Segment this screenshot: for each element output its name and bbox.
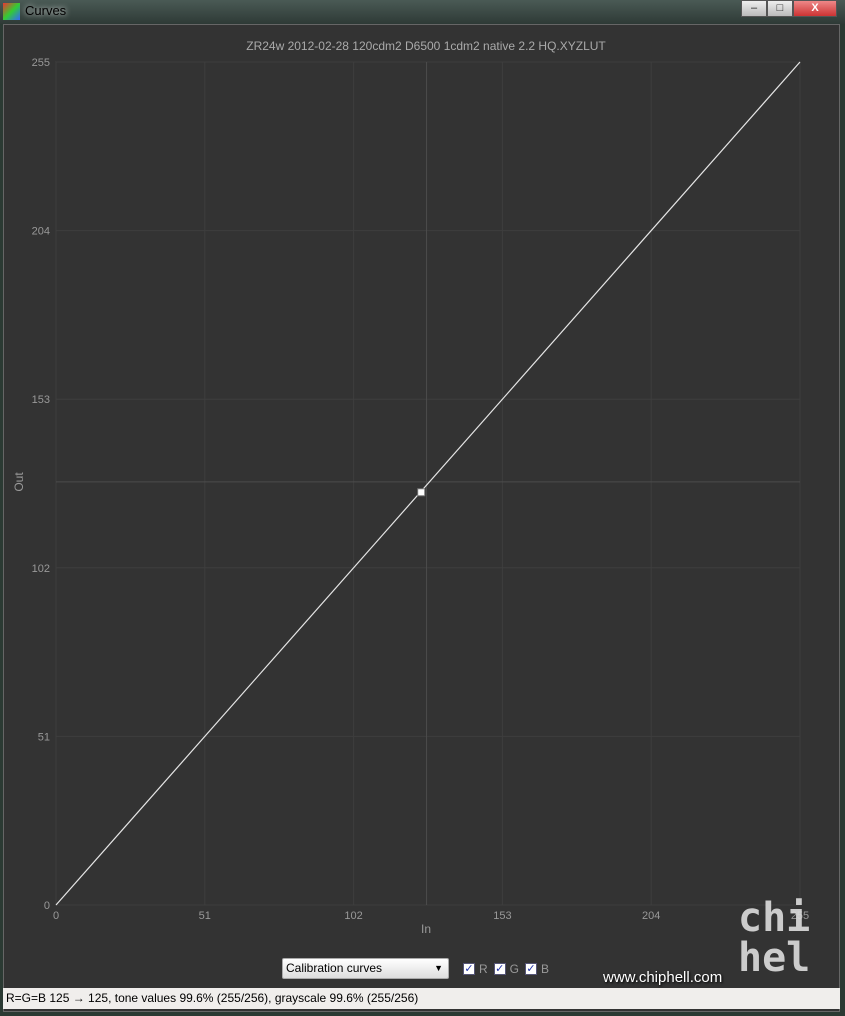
- y-tick-label: 153: [32, 394, 50, 406]
- curve-type-value: Calibration curves: [286, 961, 383, 975]
- x-tick-label: 204: [642, 910, 660, 922]
- y-tick-label: 0: [44, 900, 50, 912]
- curve-marker: [417, 488, 426, 497]
- y-tick-label: 204: [32, 226, 50, 238]
- checkbox-b-label: B: [541, 961, 550, 976]
- x-tick-label: 153: [493, 910, 511, 922]
- checkbox-r-label: R: [479, 961, 488, 976]
- y-tick-label: 51: [38, 731, 50, 743]
- checkbox-r[interactable]: ✓: [463, 962, 475, 975]
- x-tick-label: 102: [344, 910, 362, 922]
- x-tick-label: 0: [53, 910, 59, 922]
- checkbox-g-label: G: [509, 961, 520, 976]
- checkbox-b[interactable]: ✓: [525, 962, 538, 975]
- curves-chart[interactable]: ZR24w 2012-02-28 120cdm2 D6500 1cdm2 nat…: [0, 0, 845, 1016]
- curve-line: [55, 61, 801, 906]
- x-tick-label: 51: [199, 910, 211, 922]
- y-tick-label: 255: [32, 57, 50, 69]
- watermark-url: www.chiphell.com: [603, 969, 723, 986]
- status-bar: R=G=B 125 → 125, tone values 99.6% (255/…: [3, 988, 840, 1009]
- channel-checkboxes: ✓ R ✓ G ✓ B: [457, 962, 549, 976]
- curve-type-dropdown[interactable]: Calibration curves ▼: [282, 958, 449, 979]
- y-tick-label: 102: [32, 563, 50, 575]
- chevron-down-icon: ▼: [434, 963, 443, 973]
- chart-title: ZR24w 2012-02-28 120cdm2 D6500 1cdm2 nat…: [246, 39, 606, 53]
- checkbox-g[interactable]: ✓: [493, 962, 506, 975]
- watermark-logo: chi hel: [738, 895, 811, 981]
- x-axis-label: In: [421, 922, 431, 936]
- y-axis-label: Out: [12, 472, 26, 492]
